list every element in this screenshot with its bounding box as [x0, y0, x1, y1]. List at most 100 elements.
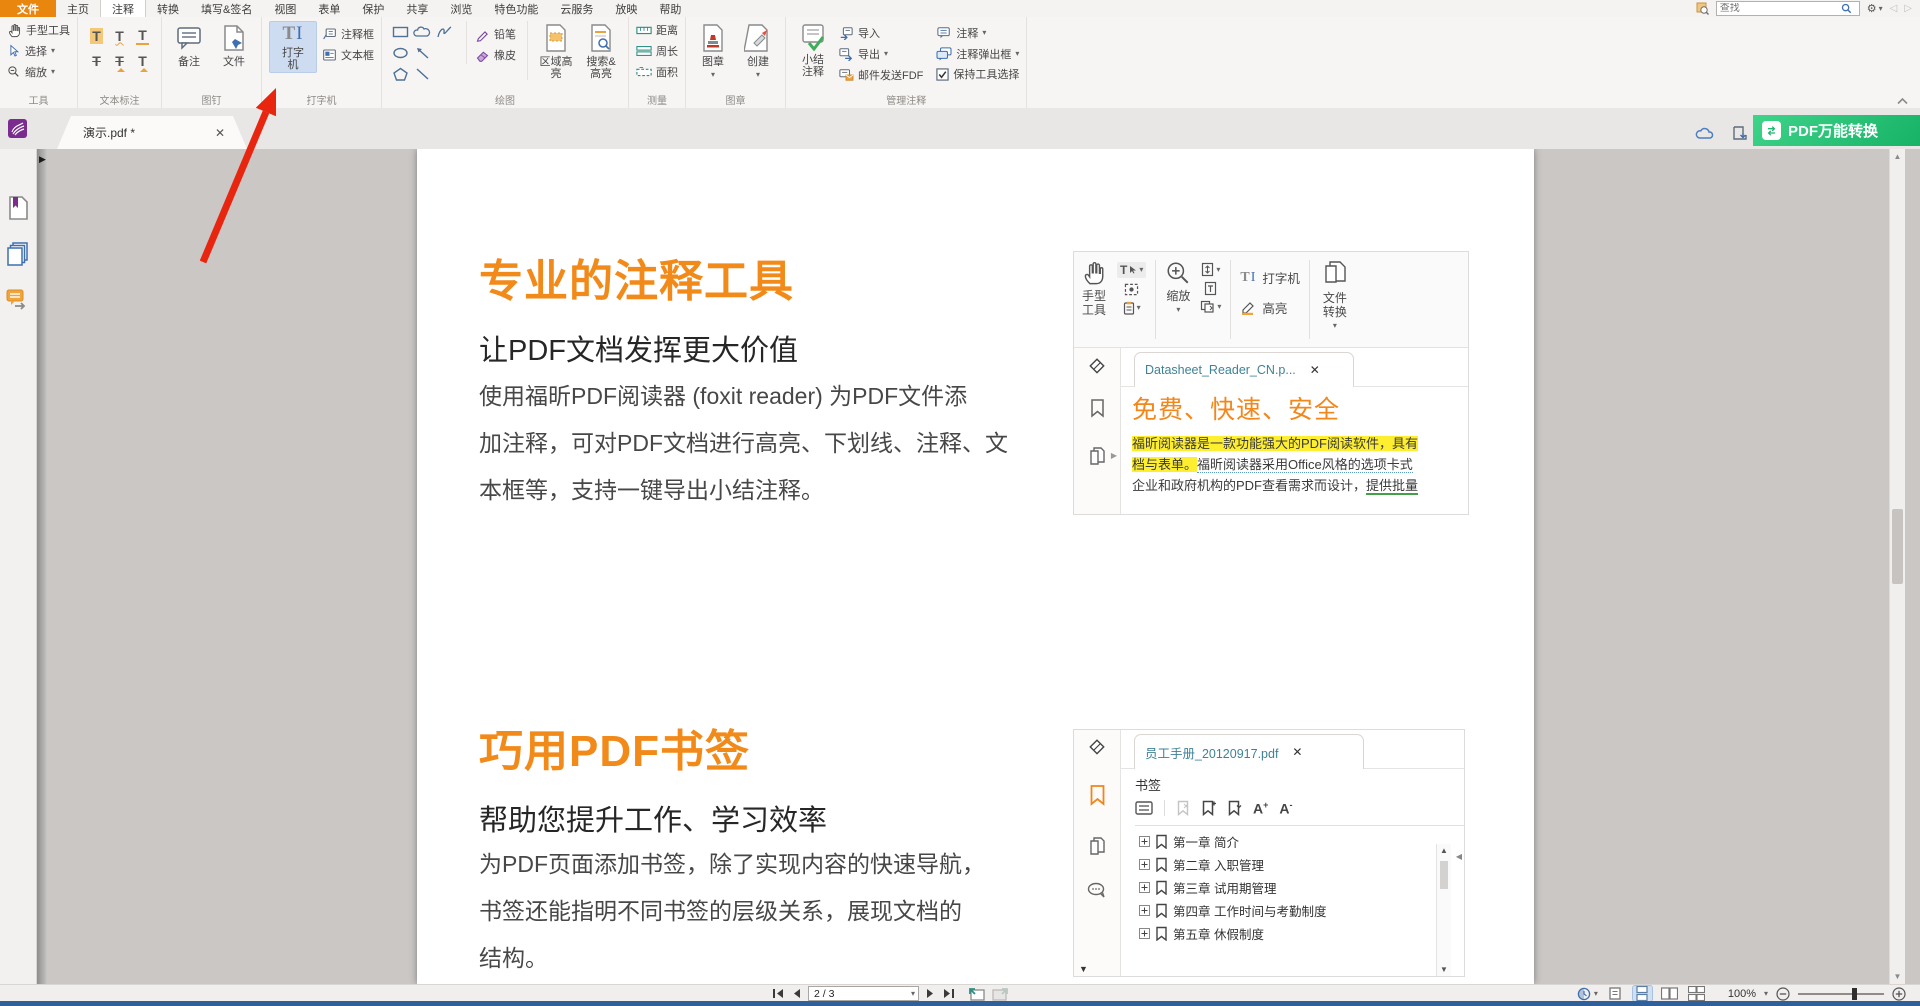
- scroll-down-icon[interactable]: ▼: [1890, 969, 1905, 984]
- typewriter-button[interactable]: TI 打字机: [269, 21, 317, 73]
- note-button[interactable]: 备注: [169, 21, 209, 68]
- highlight-text-icon[interactable]: T: [90, 28, 103, 44]
- find-input[interactable]: [1717, 3, 1841, 14]
- comments-panel-icon[interactable]: [5, 287, 31, 313]
- strikeout-text-icon[interactable]: T: [90, 53, 103, 69]
- section1-body: 使用福昕PDF阅读器 (foxit reader) 为PDF文件添 加注释，可对…: [479, 373, 1008, 514]
- area-highlight-button[interactable]: 区域高亮: [527, 21, 576, 80]
- find-in-doc-icon[interactable]: [1696, 2, 1709, 15]
- expand-bookmark-icon: [1227, 800, 1242, 816]
- measure-area-button[interactable]: 面积: [636, 63, 678, 81]
- scroll-up-icon[interactable]: ▲: [1890, 149, 1905, 164]
- highlighted-text: 档与表单。: [1132, 457, 1197, 472]
- ribbon-group-text-markup: T T T T T T 文本标注: [78, 17, 162, 108]
- bookmark-tree-item: 第三章 试用期管理: [1139, 876, 1464, 899]
- email-fdf-button[interactable]: 邮件发送FDF: [838, 66, 923, 84]
- menu-file[interactable]: 文件: [0, 0, 56, 17]
- cloud-icon[interactable]: [1695, 126, 1715, 140]
- measure-perimeter-button[interactable]: 周长: [636, 42, 678, 60]
- next-page-icon[interactable]: [926, 988, 935, 999]
- textbox-button[interactable]: 文本框: [322, 46, 374, 64]
- menu-comment[interactable]: 注释: [100, 0, 146, 17]
- last-page-icon[interactable]: [942, 988, 955, 999]
- next-view-icon[interactable]: [992, 987, 1009, 1001]
- select-tool-button[interactable]: 选择▾: [7, 42, 70, 60]
- export-comments-button[interactable]: 导出▾: [838, 45, 923, 63]
- single-page-view-icon[interactable]: [1606, 986, 1625, 1001]
- doc-tab[interactable]: 演示.pdf * ✕: [57, 116, 247, 149]
- menu-slideshow[interactable]: 放映: [604, 0, 648, 17]
- bookmark-panel-icon[interactable]: [7, 195, 29, 221]
- menu-view[interactable]: 视图: [263, 0, 307, 17]
- zoom-out-button[interactable]: [1776, 987, 1790, 1001]
- page-number-input[interactable]: 2 / 3 ▾: [808, 986, 919, 1001]
- zoom-level-label[interactable]: 100%: [1728, 988, 1756, 1000]
- comment-popup-button[interactable]: 注释弹出框▾: [936, 45, 1019, 63]
- facing-view-icon[interactable]: [1660, 986, 1679, 1001]
- comments-panel-button[interactable]: 注释▾: [936, 24, 1019, 42]
- oval-shape-icon[interactable]: [392, 46, 409, 60]
- menu-share[interactable]: 共享: [395, 0, 439, 17]
- zoom-in-button[interactable]: [1892, 987, 1906, 1001]
- expand-panel-icon[interactable]: ▶: [39, 154, 46, 165]
- find-next-icon[interactable]: ▷: [1904, 3, 1912, 14]
- chevron-down-icon[interactable]: ▾: [1764, 990, 1768, 998]
- menu-home[interactable]: 主页: [56, 0, 100, 17]
- rectangle-shape-icon[interactable]: [392, 25, 409, 39]
- polygon-shape-icon[interactable]: [392, 67, 409, 81]
- zoom-tool-button[interactable]: 缩放▾: [7, 63, 70, 81]
- menu-browse[interactable]: 浏览: [439, 0, 483, 17]
- find-options-button[interactable]: ⚙ ▾: [1867, 2, 1883, 15]
- import-comments-button[interactable]: 导入: [838, 24, 923, 42]
- hand-tool-button[interactable]: 手型工具: [7, 21, 70, 39]
- save-to-device-icon[interactable]: [1732, 125, 1748, 141]
- menu-cloud[interactable]: 云服务: [549, 0, 604, 17]
- menu-fill-sign[interactable]: 填写&签名: [190, 0, 263, 17]
- close-tab-icon[interactable]: ✕: [215, 126, 225, 140]
- polyline-shape-icon[interactable]: [436, 25, 453, 39]
- previous-view-icon[interactable]: [968, 987, 985, 1001]
- zoom-slider[interactable]: [1798, 993, 1884, 995]
- squiggly-underline-icon[interactable]: T: [113, 28, 126, 44]
- pdf-convert-button[interactable]: PDF万能转换: [1753, 115, 1920, 146]
- zoom-out-icon: [7, 65, 21, 79]
- line-shape-icon[interactable]: [414, 67, 431, 81]
- menu-protect[interactable]: 保护: [351, 0, 395, 17]
- file-attachment-button[interactable]: 文件: [214, 21, 254, 68]
- zoom-in-icon: [1165, 260, 1191, 286]
- replace-text-icon[interactable]: T: [113, 53, 126, 69]
- eraser-button[interactable]: 橡皮: [475, 46, 516, 64]
- find-prev-icon[interactable]: ◁: [1890, 3, 1898, 14]
- vertical-scrollbar[interactable]: ▲ ▼: [1889, 149, 1905, 984]
- continuous-facing-view-icon[interactable]: [1687, 986, 1706, 1001]
- search-highlight-button[interactable]: 搜索&高亮: [581, 21, 621, 80]
- find-input-box[interactable]: [1716, 1, 1860, 16]
- measure-distance-button[interactable]: 距离: [636, 21, 678, 39]
- stamp-create-button[interactable]: 创建 ▾: [738, 21, 778, 79]
- previous-page-icon[interactable]: [792, 988, 801, 999]
- underlined-text: 提供批量: [1366, 478, 1418, 495]
- summarize-comments-button[interactable]: 小结注释: [793, 21, 833, 78]
- document-canvas[interactable]: ▶ 专业的注释工具 让PDF文档发挥更大价值 使用福昕PDF阅读器 (foxit…: [37, 149, 1905, 984]
- underline-text-icon[interactable]: T: [136, 27, 149, 45]
- stamp-button[interactable]: 图章 ▾: [693, 21, 733, 79]
- menu-features[interactable]: 特色功能: [483, 0, 549, 17]
- cloud-shape-icon[interactable]: [413, 25, 431, 39]
- insert-text-icon[interactable]: T: [136, 53, 149, 69]
- menu-convert[interactable]: 转换: [146, 0, 190, 17]
- arrow-shape-icon[interactable]: [414, 46, 431, 60]
- scrollbar-thumb[interactable]: [1892, 509, 1903, 584]
- chevron-down-icon: ▾: [1594, 990, 1598, 998]
- page-thumbnails-icon[interactable]: [6, 241, 30, 267]
- collapse-ribbon-icon[interactable]: [1897, 97, 1908, 105]
- callout-button[interactable]: 注释框: [322, 25, 374, 43]
- pages-icon: [1322, 260, 1348, 288]
- first-page-icon[interactable]: [772, 988, 785, 999]
- pencil-button[interactable]: 铅笔: [475, 25, 516, 43]
- menu-help[interactable]: 帮助: [648, 0, 692, 17]
- menu-form[interactable]: 表单: [307, 0, 351, 17]
- keep-tool-selected-checkbox[interactable]: 保持工具选择: [936, 66, 1019, 82]
- reading-mode-button[interactable]: ▾: [1577, 987, 1598, 1001]
- zoom-slider-thumb[interactable]: [1852, 988, 1857, 1000]
- continuous-view-icon[interactable]: [1633, 986, 1652, 1001]
